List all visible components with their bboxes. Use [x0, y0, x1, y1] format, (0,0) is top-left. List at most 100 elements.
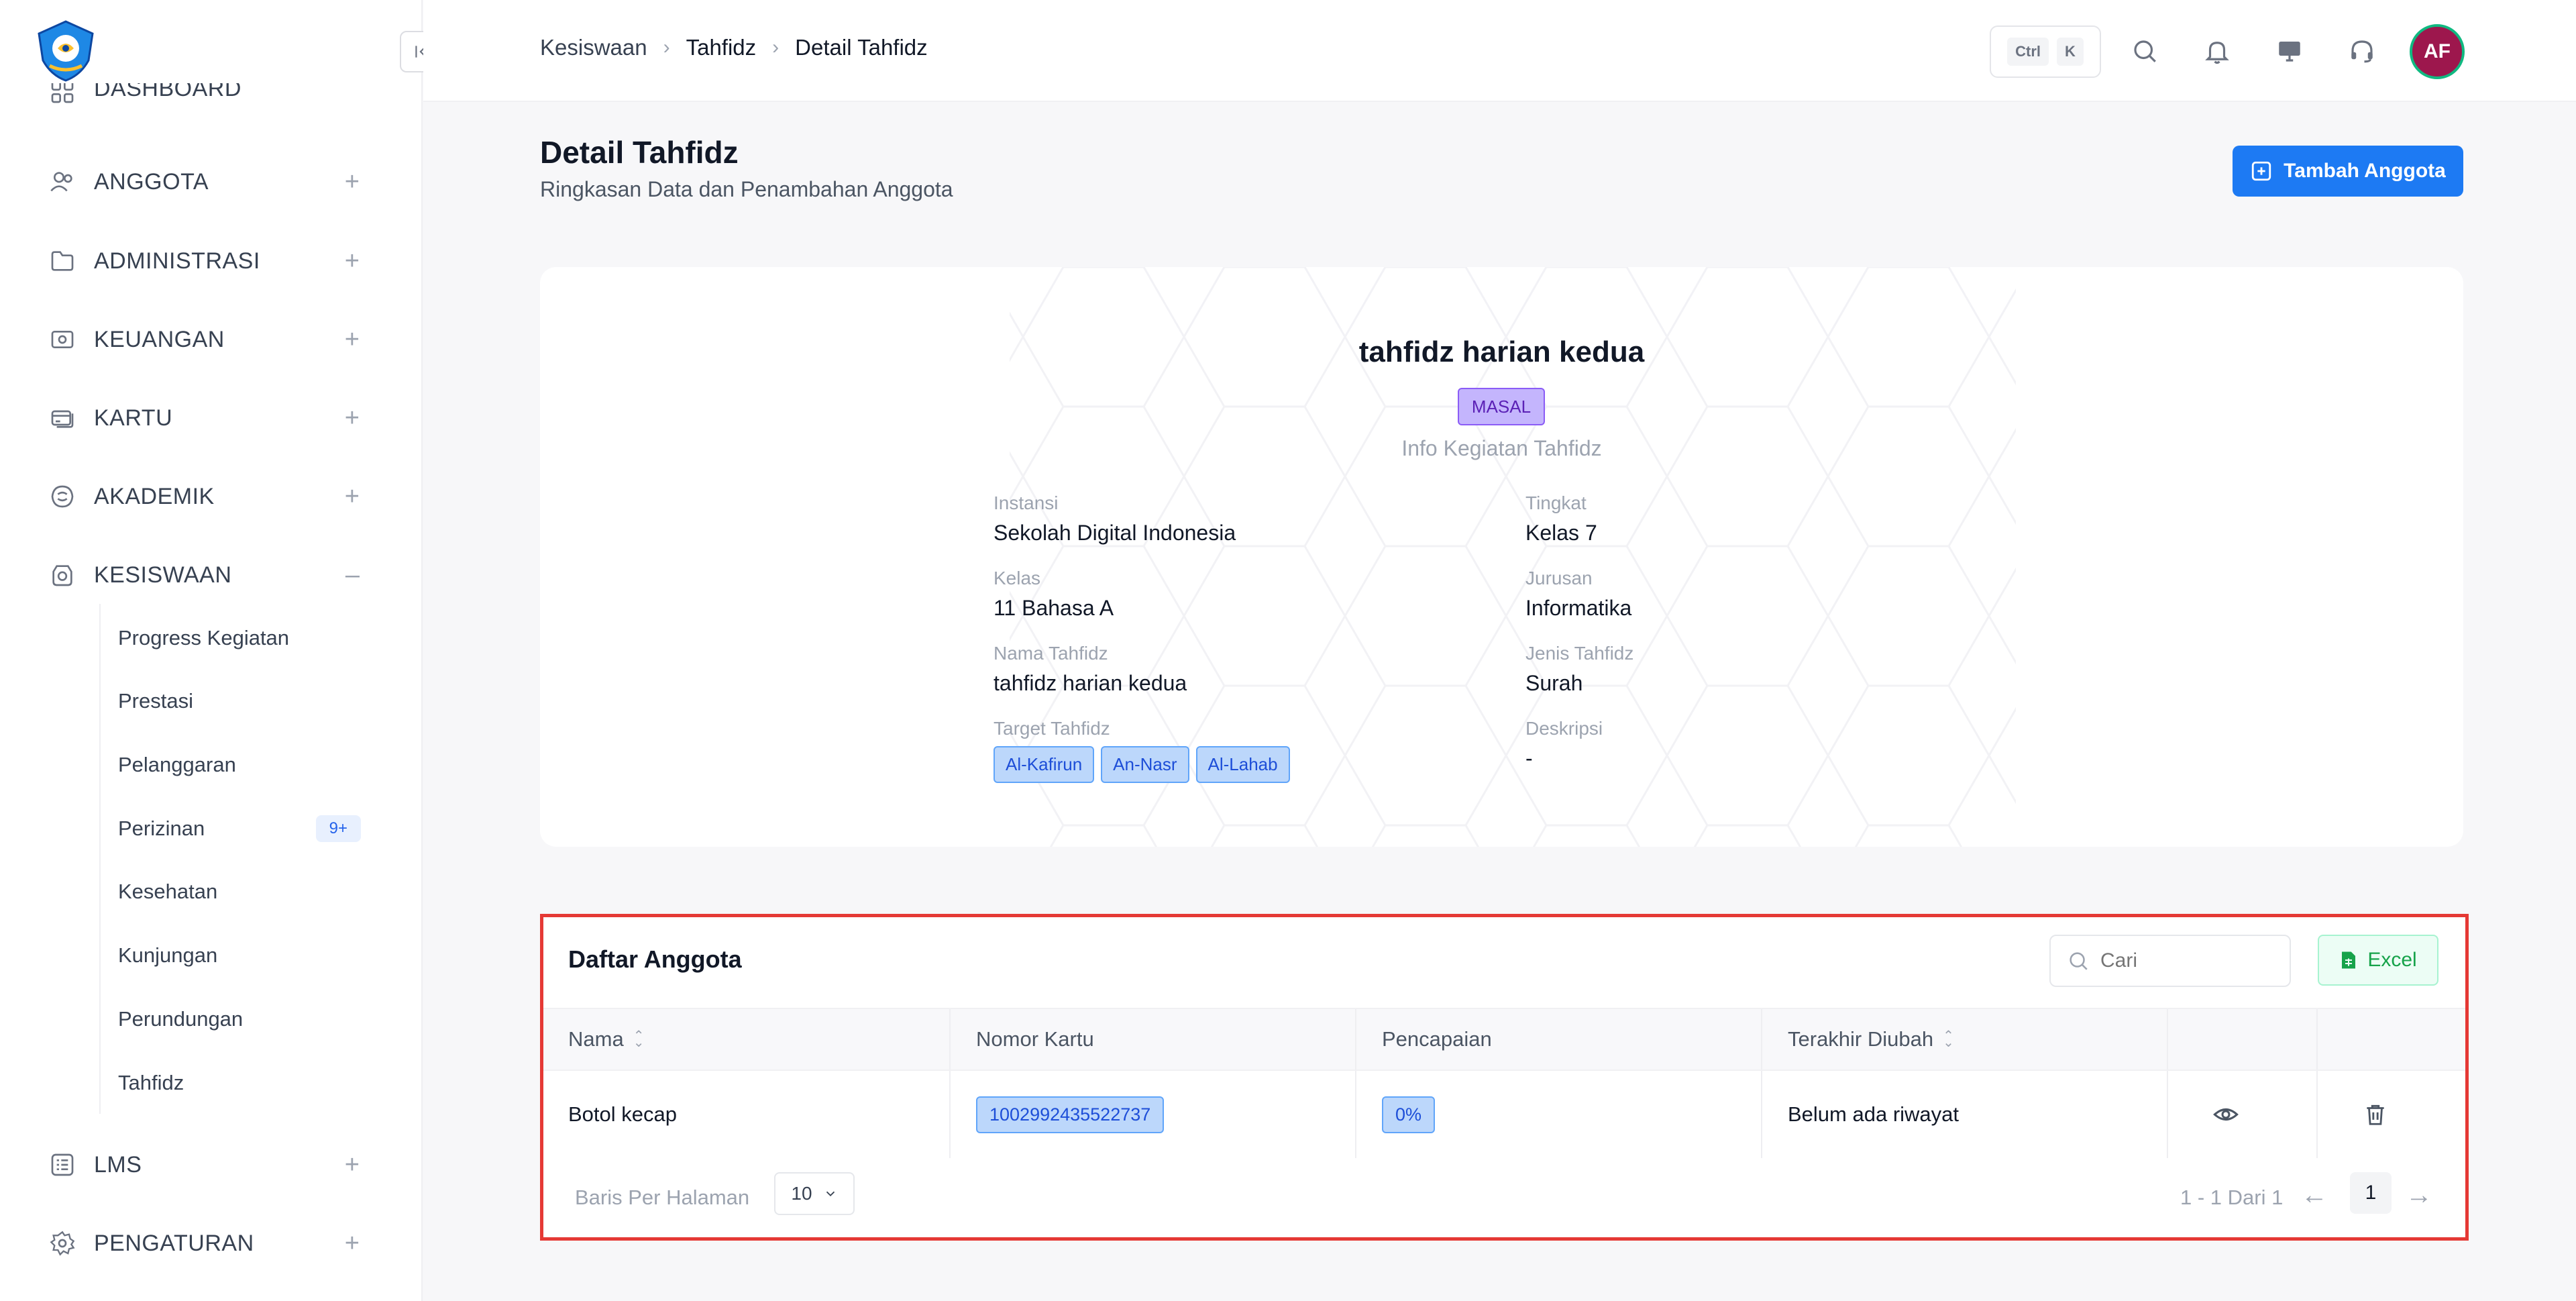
- chevron-right-icon: ›: [663, 36, 670, 58]
- table-header: Nama ⌃ ⌄ Nomor Kartu Pencapaian Terakhir …: [543, 1008, 2465, 1071]
- sidebar-subitem-perizinan[interactable]: Perizinan 9+: [118, 810, 366, 847]
- target-tag: An-Nasr: [1101, 746, 1189, 783]
- plus-square-icon: [2252, 161, 2271, 181]
- command-palette-shortcut[interactable]: Ctrl K: [1990, 25, 2101, 78]
- chevron-right-icon: ›: [772, 36, 780, 58]
- breadcrumb-tahfidz[interactable]: Tahfidz: [686, 35, 757, 60]
- subitem-label: Perizinan: [118, 817, 205, 840]
- expand-icon[interactable]: +: [345, 325, 360, 354]
- user-avatar[interactable]: AF: [2410, 24, 2465, 79]
- cell-pencapaian: 0%: [1382, 1071, 1436, 1158]
- expand-icon[interactable]: +: [345, 1229, 360, 1258]
- student-icon: [47, 560, 78, 590]
- sidebar-item-label: AKADEMIK: [94, 483, 215, 509]
- field-jurusan: Jurusan Informatika: [1525, 568, 1631, 621]
- sidebar-subitem-kunjungan[interactable]: Kunjungan: [118, 937, 366, 974]
- column-divider: [2316, 1009, 2318, 1070]
- sidebar-subitem-perundungan[interactable]: Perundungan: [118, 1000, 366, 1038]
- sort-icon[interactable]: ⌃ ⌄: [1943, 1029, 1954, 1049]
- column-divider: [2167, 1009, 2168, 1070]
- sidebar-item-label: ANGGOTA: [94, 168, 209, 195]
- sidebar-item-kartu[interactable]: KARTU +: [47, 398, 369, 438]
- headset-icon[interactable]: [2345, 34, 2379, 68]
- monitor-icon[interactable]: [2272, 34, 2307, 68]
- column-label: Nomor Kartu: [976, 1027, 1094, 1051]
- expand-icon[interactable]: +: [345, 404, 360, 433]
- search-input[interactable]: [2100, 949, 2275, 972]
- sidebar-subitem-kesehatan[interactable]: Kesehatan: [118, 873, 366, 910]
- gear-icon: [47, 1228, 78, 1259]
- sidebar-subitem-progress-kegiatan[interactable]: Progress Kegiatan: [118, 619, 366, 657]
- rows-per-page-select[interactable]: 10: [774, 1172, 855, 1215]
- field-label: Target Tahfidz: [994, 718, 1110, 739]
- subitem-label: Progress Kegiatan: [118, 626, 290, 649]
- column-divider: [1761, 1071, 1762, 1158]
- sidebar-subitem-pelanggaran[interactable]: Pelanggaran: [118, 746, 366, 784]
- money-icon: [47, 324, 78, 355]
- field-target-tahfidz: Target Tahfidz Al-Kafirun An-Nasr Al-Lah…: [994, 718, 1290, 783]
- list-icon: [47, 1149, 78, 1180]
- field-label: Jenis Tahfidz: [1525, 643, 1634, 664]
- column-divider: [949, 1009, 951, 1070]
- sort-icon[interactable]: ⌃ ⌄: [633, 1029, 645, 1049]
- sidebar-item-label: KEUANGAN: [94, 326, 225, 352]
- subitem-label: Perundungan: [118, 1007, 244, 1031]
- sidebar-item-administrasi[interactable]: ADMINISTRASI +: [47, 241, 369, 281]
- sidebar-item-lms[interactable]: LMS +: [47, 1145, 369, 1185]
- chevron-down-icon: [826, 1191, 835, 1197]
- column-nomor-kartu: Nomor Kartu: [976, 1009, 1094, 1070]
- column-divider: [2167, 1071, 2168, 1158]
- kbd-ctrl: Ctrl: [2007, 38, 2049, 66]
- view-icon[interactable]: [2212, 1071, 2239, 1158]
- sidebar-item-label: KESISWAAN: [94, 562, 232, 588]
- spreadsheet-icon: [2342, 951, 2356, 969]
- column-nama[interactable]: Nama ⌃ ⌄: [568, 1009, 644, 1070]
- collapse-icon[interactable]: –: [345, 561, 360, 590]
- column-pencapaian: Pencapaian: [1382, 1009, 1492, 1070]
- column-divider: [1355, 1009, 1356, 1070]
- search-icon[interactable]: [2127, 34, 2162, 68]
- sidebar-item-dashboard[interactable]: DASHBOARD: [47, 83, 369, 121]
- trash-icon[interactable]: [2363, 1071, 2388, 1158]
- column-divider: [2316, 1071, 2318, 1158]
- academic-icon: [47, 481, 78, 512]
- sidebar-subitem-prestasi[interactable]: Prestasi: [118, 682, 366, 720]
- bell-icon[interactable]: [2200, 34, 2235, 68]
- expand-icon[interactable]: +: [345, 168, 360, 197]
- member-list-panel: Daftar Anggota Excel Nama ⌃⌄ Nomor Kartu…: [540, 914, 2469, 1241]
- sidebar-item-label: LMS: [94, 1151, 142, 1178]
- field-label: Instansi: [994, 492, 1059, 513]
- next-page-icon[interactable]: →: [2406, 1180, 2432, 1210]
- sidebar-item-kesiswaan[interactable]: KESISWAAN –: [47, 555, 369, 595]
- column-terakhir-diubah[interactable]: Terakhir Diubah ⌃ ⌄: [1788, 1009, 1954, 1070]
- top-header: Kesiswaan › Tahfidz › Detail Tahfidz Ctr…: [423, 0, 2576, 102]
- sidebar-subitem-tahfidz[interactable]: Tahfidz: [118, 1064, 366, 1102]
- expand-icon[interactable]: +: [345, 482, 360, 511]
- sidebar-item-akademik[interactable]: AKADEMIK +: [47, 476, 369, 517]
- field-value: Informatika: [1525, 596, 1632, 620]
- field-label: Kelas: [994, 568, 1041, 588]
- tahfidz-info-card: tahfidz harian kedua MASAL Info Kegiatan…: [540, 267, 2463, 847]
- field-label: Tingkat: [1525, 492, 1587, 513]
- kbd-k: K: [2057, 38, 2084, 66]
- page-subtitle: Ringkasan Data dan Penambahan Anggota: [540, 177, 953, 201]
- sidebar-item-keuangan[interactable]: KEUANGAN +: [47, 319, 369, 360]
- member-search[interactable]: [2049, 935, 2291, 987]
- field-label: Deskripsi: [1525, 718, 1603, 739]
- target-tag: Al-Lahab: [1195, 746, 1290, 783]
- export-excel-button[interactable]: Excel: [2318, 935, 2438, 986]
- column-label: Terakhir Diubah: [1788, 1027, 1934, 1051]
- sidebar-item-pengaturan[interactable]: PENGATURAN +: [47, 1223, 369, 1263]
- add-member-label: Tambah Anggota: [2284, 160, 2446, 182]
- add-member-button[interactable]: Tambah Anggota: [2233, 146, 2463, 197]
- page-title: Detail Tahfidz: [540, 135, 739, 170]
- expand-icon[interactable]: +: [345, 1151, 360, 1180]
- page-number-current[interactable]: 1: [2350, 1172, 2392, 1214]
- expand-icon[interactable]: +: [345, 247, 360, 276]
- subitem-label: Kesehatan: [118, 880, 218, 903]
- breadcrumb-kesiswaan[interactable]: Kesiswaan: [540, 35, 647, 60]
- prev-page-icon[interactable]: ←: [2301, 1180, 2328, 1210]
- field-value: -: [1525, 746, 1533, 770]
- field-kelas: Kelas 11 Bahasa A: [994, 568, 1114, 621]
- sidebar-item-anggota[interactable]: ANGGOTA +: [47, 162, 369, 202]
